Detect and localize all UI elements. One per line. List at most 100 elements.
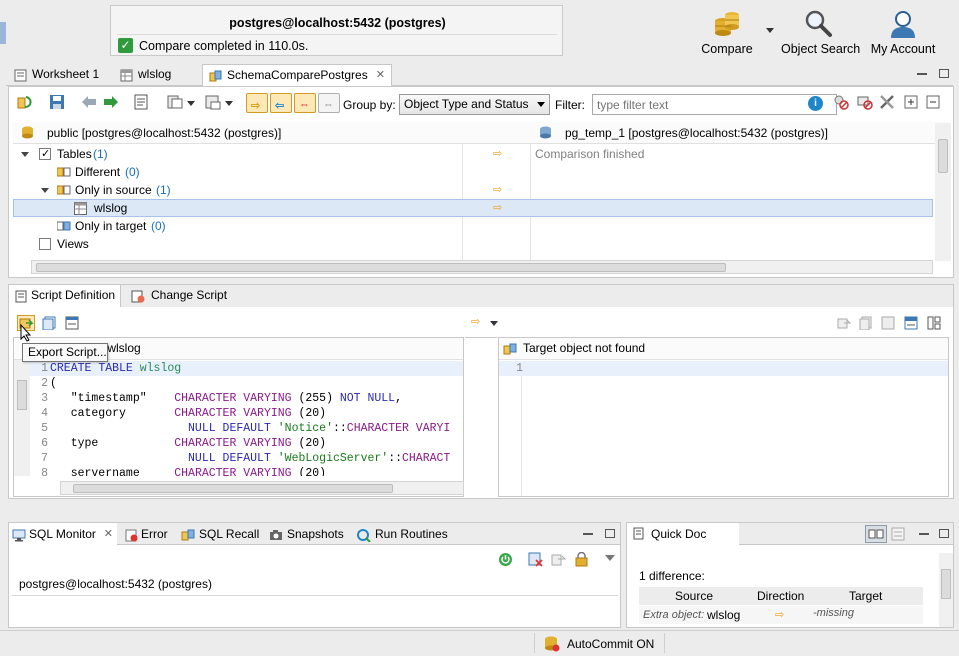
scroll-thumb[interactable] [17,380,27,410]
refresh-compare-icon[interactable] [17,94,33,110]
maximize-icon[interactable] [939,69,949,78]
minimize-icon[interactable] [917,73,927,75]
filter-left-toggle[interactable]: ⇦ [270,93,292,113]
tab-error[interactable]: Error [121,523,177,545]
tables-checkbox[interactable]: ✓ [39,148,51,160]
sync-dropdown-arrow[interactable] [187,101,195,106]
compare-view-toggle[interactable] [865,525,887,543]
tree-row-wlslog[interactable]: wlslog ⇨ [13,199,933,217]
tab-worksheet-1[interactable]: Worksheet 1 [8,64,112,86]
arrow-right-icon[interactable] [103,94,119,110]
scroll-thumb[interactable] [73,484,393,493]
object-search-button[interactable]: Object Search [781,8,860,56]
tab-sql-recall[interactable]: SQL Recall [179,523,263,545]
filter-equal-toggle[interactable]: ⇔ [318,93,340,113]
lock-icon[interactable] [574,551,589,570]
top-bar: postgres@localhost:5432 (postgres) ✓ Com… [0,0,959,64]
code-vertical-scrollbar[interactable] [14,360,30,476]
window-icon[interactable] [65,316,79,333]
tree-row-only-in-source[interactable]: Only in source (1) ⇨ [13,181,933,199]
tab-snapshots[interactable]: Snapshots [267,523,347,545]
minimize-icon[interactable] [583,533,593,535]
keyword: CREATE [50,362,92,375]
save-icon[interactable] [49,94,65,110]
filter-objects-icon[interactable] [857,94,873,110]
expand-icon[interactable] [21,152,29,157]
scroll-thumb[interactable] [938,139,948,173]
filter-label: Filter: [555,98,585,112]
report-dropdown-arrow[interactable] [225,101,233,106]
maximize-icon[interactable] [605,529,615,538]
compare-button[interactable]: Compare [700,8,754,56]
line-number: 3 [41,392,48,405]
my-account-button[interactable]: My Account [867,8,939,56]
tab-label: SchemaComparePostgres [227,68,368,82]
views-checkbox[interactable] [39,238,51,250]
side-panel-handle[interactable] [0,22,6,44]
collapse-all-icon[interactable] [925,94,941,110]
expand-all-icon[interactable] [903,94,919,110]
hide-objects-icon[interactable] [833,94,849,110]
view-menu-arrow[interactable] [605,555,615,561]
tree-row-views[interactable]: Views [13,235,933,253]
target-code[interactable]: 1 [499,361,948,376]
scroll-thumb[interactable] [941,569,951,599]
tab-change-script[interactable]: Change Script [125,285,235,307]
diff-gutter [465,337,497,497]
sync-icon[interactable] [167,94,183,110]
layout-icon[interactable] [927,316,941,333]
worksheet-icon [14,68,27,82]
line-number: 1 [41,362,48,375]
close-icon[interactable]: ✕ [376,65,385,86]
tab-quick-doc[interactable]: Quick Doc [627,523,739,545]
tree-row-tables[interactable]: ✓ Tables (1) ⇨ Comparison finished [13,145,933,163]
tree-row-only-in-target[interactable]: Only in target (0) [13,217,933,235]
database-stack-icon [700,8,754,40]
tree-row-different[interactable]: Different (0) [13,163,933,181]
arrow-left-icon[interactable] [81,94,97,110]
tree-horizontal-scrollbar[interactable] [31,260,933,274]
script-icon[interactable] [133,94,149,110]
code-horizontal-scrollbar[interactable] [60,481,464,495]
details-view-icon[interactable] [891,527,907,544]
group-by-select[interactable]: Object Type and Status [399,94,550,115]
side-by-side-icon[interactable] [904,316,918,333]
tab-schema-compare-postgres[interactable]: SchemaComparePostgres ✕ [202,64,392,86]
report-icon[interactable] [205,94,221,110]
script-panel: Script Definition Change Script ⇨ .wlslo… [8,284,954,499]
maximize-icon[interactable] [939,529,949,538]
quick-doc-scrollbar[interactable] [939,553,953,627]
export-disabled-icon[interactable] [837,316,852,333]
tab-wlslog[interactable]: wlslog [114,64,200,86]
tools-icon[interactable] [879,94,895,110]
filter-input[interactable] [592,94,837,115]
info-icon[interactable]: i [808,96,823,111]
tab-run-routines[interactable]: Run Routines [355,523,455,545]
tree-vertical-scrollbar[interactable] [935,123,951,261]
target-script-pane[interactable]: Target object not found 1 [498,337,949,497]
minimize-icon[interactable] [919,533,929,535]
arrow-right-icon: ⇨ [775,609,785,621]
table-row[interactable]: Extra object: wlslog ⇨ -missing [639,606,923,624]
clear-log-icon[interactable] [528,552,543,570]
autocommit-icon[interactable] [544,636,560,655]
camera-icon [269,527,283,549]
tab-label: wlslog [138,67,172,81]
scroll-thumb[interactable] [36,263,726,272]
copy-script-icon[interactable] [42,316,56,333]
expand-icon[interactable] [41,188,49,193]
save-disabled-icon[interactable] [881,316,895,333]
filter-different-toggle[interactable]: ⇔ [294,93,316,113]
tab-sql-monitor[interactable]: SQL Monitor ✕ [9,523,117,545]
compare-dropdown-arrow[interactable] [766,28,774,33]
direction-dropdown-arrow[interactable] [490,321,498,326]
export-log-icon[interactable] [551,552,567,570]
close-icon[interactable]: ✕ [104,523,113,545]
source-code[interactable]: 1 CREATE TABLE wlslog 2( 3 "timestamp" CH… [30,361,463,476]
tree-header: public [postgres@localhost:5432 (postgre… [13,122,949,144]
tab-script-definition[interactable]: Script Definition [9,285,121,307]
tab-label: SQL Recall [199,527,260,541]
filter-right-toggle[interactable]: ⇨ [246,93,268,113]
power-icon[interactable] [498,552,513,570]
copy-disabled-icon[interactable] [859,316,873,333]
